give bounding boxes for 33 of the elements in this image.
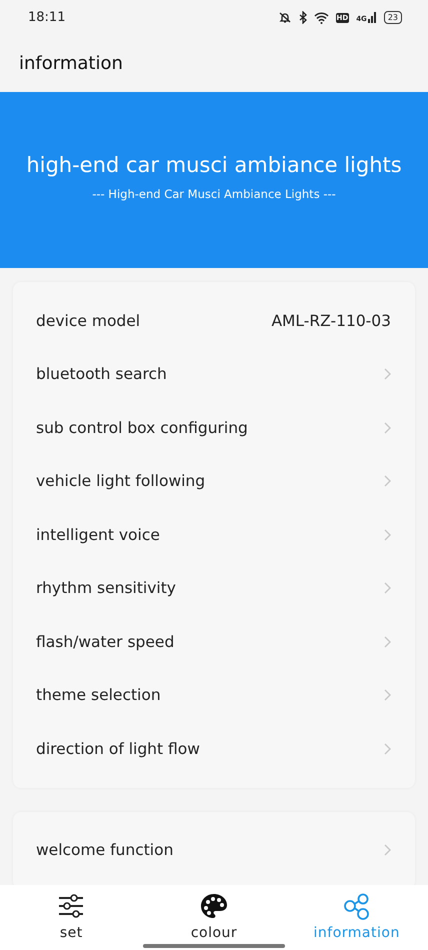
chevron-icon	[384, 582, 391, 594]
bluetooth-icon	[298, 11, 307, 24]
banner-title: high-end car musci ambiance lights	[26, 153, 402, 177]
settings-row[interactable]: theme selection	[13, 668, 415, 722]
settings-row[interactable]: rhythm sensitivity	[13, 562, 415, 615]
chevron-icon	[384, 844, 391, 856]
palette-icon	[200, 893, 228, 920]
chevron-icon	[384, 689, 391, 702]
settings-row[interactable]: welcome function	[13, 824, 415, 877]
share-icon	[342, 893, 371, 920]
signal-icon	[368, 12, 377, 23]
settings-row[interactable]: intelligent voice	[13, 508, 415, 562]
settings-row[interactable]: sub control box configuring	[13, 401, 415, 454]
chevron-icon	[384, 475, 391, 488]
chevron-icon	[384, 368, 391, 380]
settings-row[interactable]: vehicle light following	[13, 454, 415, 508]
wifi-icon	[314, 12, 329, 24]
chevron-icon	[384, 528, 391, 541]
settings-row[interactable]: direction of light flow	[13, 722, 415, 776]
nav-tab[interactable]: set	[0, 885, 143, 950]
settings-row[interactable]: bluetooth search	[13, 348, 415, 401]
muted-bell-icon	[278, 11, 292, 24]
chevron-icon	[384, 636, 391, 648]
row-label: device model	[36, 312, 142, 330]
settings-row[interactable]: flash/water speed	[13, 615, 415, 668]
page-title: information	[19, 53, 123, 74]
row-value: AML-RZ-110-03	[271, 312, 391, 330]
battery-indicator: 23	[384, 11, 402, 24]
clock: 18:11	[28, 10, 66, 25]
chevron-icon	[384, 422, 391, 434]
banner-subtitle: --- High-end Car Musci Ambiance Lights ---	[92, 187, 336, 201]
sliders-icon	[57, 893, 86, 920]
chevron-icon	[384, 742, 391, 755]
